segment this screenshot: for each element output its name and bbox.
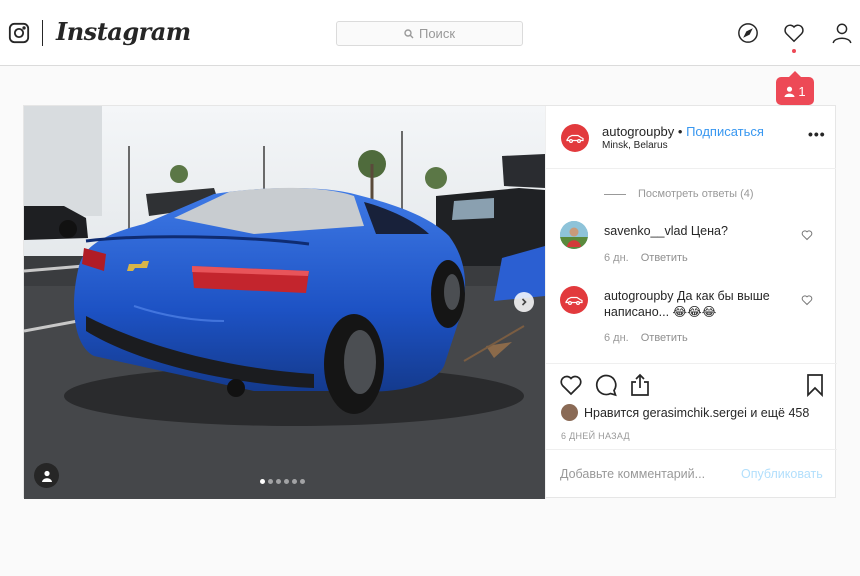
comment-meta: 6 дн. Ответить xyxy=(604,332,688,344)
search-input[interactable]: Поиск xyxy=(336,21,523,46)
user-tag-icon xyxy=(41,470,52,482)
liker-avatar[interactable] xyxy=(561,404,578,421)
comment-age: 6 дн. xyxy=(604,332,629,344)
comment-like-icon[interactable] xyxy=(801,294,813,306)
chevron-right-icon xyxy=(521,298,527,306)
comment-text: autogroupby Да как бы выше написано... 😂… xyxy=(604,288,794,320)
post-timestamp[interactable]: 6 ДНЕЙ НАЗАД xyxy=(561,431,630,441)
comment-age: 6 дн. xyxy=(604,252,629,264)
heart-icon[interactable] xyxy=(783,22,805,44)
comment-item: autogroupby Да как бы выше написано... 😂… xyxy=(560,286,830,346)
comment-username[interactable]: savenko__vlad xyxy=(604,224,687,238)
commenter-avatar[interactable] xyxy=(560,221,588,249)
carousel-indicator xyxy=(260,479,305,484)
notification-bubble[interactable]: 1 xyxy=(776,71,814,105)
actions-divider xyxy=(546,363,837,364)
comment-like-icon[interactable] xyxy=(801,229,813,241)
profile-icon[interactable] xyxy=(831,22,853,44)
comment-input[interactable]: Добавьте комментарий... xyxy=(560,467,705,481)
carousel-dot xyxy=(268,479,273,484)
view-replies-link[interactable]: Посмотреть ответы (4) xyxy=(604,188,754,200)
compass-icon[interactable] xyxy=(737,22,759,44)
car-logo-icon xyxy=(565,296,583,305)
post-photo[interactable] xyxy=(24,106,545,499)
person-icon xyxy=(784,86,795,97)
add-comment-bar: Добавьте комментарий... Опубликовать xyxy=(546,449,837,499)
post-header: autogroupby • Подписаться Minsk, Belarus… xyxy=(546,106,836,169)
carousel-dot xyxy=(300,479,305,484)
top-navigation-bar: Instagram Поиск xyxy=(0,0,860,66)
search-placeholder: Поиск xyxy=(418,26,456,41)
notification-dot xyxy=(792,49,796,53)
like-heart-icon[interactable] xyxy=(559,373,583,397)
reply-button[interactable]: Ответить xyxy=(641,332,688,344)
bookmark-icon[interactable] xyxy=(803,373,827,397)
author-username[interactable]: autogroupby xyxy=(602,124,674,139)
carousel-dot xyxy=(276,479,281,484)
likes-prefix: Нравится xyxy=(584,405,643,420)
likes-suffix[interactable]: и ещё 458 xyxy=(747,406,809,420)
comment-bubble-icon[interactable] xyxy=(594,373,618,397)
comment-text: savenko__vlad Цена? xyxy=(604,223,794,239)
post-card: autogroupby • Подписаться Minsk, Belarus… xyxy=(23,105,837,499)
view-replies-label: Посмотреть ответы (4) xyxy=(638,188,754,200)
replies-line xyxy=(604,193,626,195)
car-photo-illustration xyxy=(24,106,545,499)
carousel-dot xyxy=(284,479,289,484)
author-separator: • xyxy=(674,124,687,139)
commenter-photo xyxy=(560,221,588,249)
notification-count: 1 xyxy=(798,83,806,99)
author-avatar[interactable] xyxy=(561,124,589,152)
instagram-wordmark[interactable]: Instagram xyxy=(56,17,191,46)
likes-line: Нравится gerasimchik.sergei и ещё 458 xyxy=(561,404,809,421)
search-icon xyxy=(404,28,414,38)
liker-username[interactable]: gerasimchik.sergei xyxy=(643,406,747,420)
car-logo-icon xyxy=(566,134,584,143)
publish-button[interactable]: Опубликовать xyxy=(741,467,823,481)
share-icon[interactable] xyxy=(628,373,652,397)
logo-divider xyxy=(42,20,43,46)
carousel-dot xyxy=(292,479,297,484)
commenter-avatar[interactable] xyxy=(560,286,588,314)
post-sidebar: autogroupby • Подписаться Minsk, Belarus… xyxy=(545,106,837,499)
likes-text: Нравится gerasimchik.sergei и ещё 458 xyxy=(584,406,809,420)
author-line: autogroupby • Подписаться xyxy=(602,124,764,139)
tagged-users-button[interactable] xyxy=(34,463,59,488)
follow-button[interactable]: Подписаться xyxy=(686,124,764,139)
next-photo-button[interactable] xyxy=(514,292,534,312)
comment-username[interactable]: autogroupby xyxy=(604,289,674,303)
instagram-camera-icon[interactable] xyxy=(8,22,30,44)
carousel-dot xyxy=(260,479,265,484)
comment-item: savenko__vlad Цена? 6 дн. Ответить xyxy=(560,221,830,271)
more-options-button[interactable]: ••• xyxy=(808,126,826,142)
comment-body: Цена? xyxy=(690,224,728,238)
reply-button[interactable]: Ответить xyxy=(641,252,688,264)
comment-meta: 6 дн. Ответить xyxy=(604,252,688,264)
post-location[interactable]: Minsk, Belarus xyxy=(602,140,668,151)
